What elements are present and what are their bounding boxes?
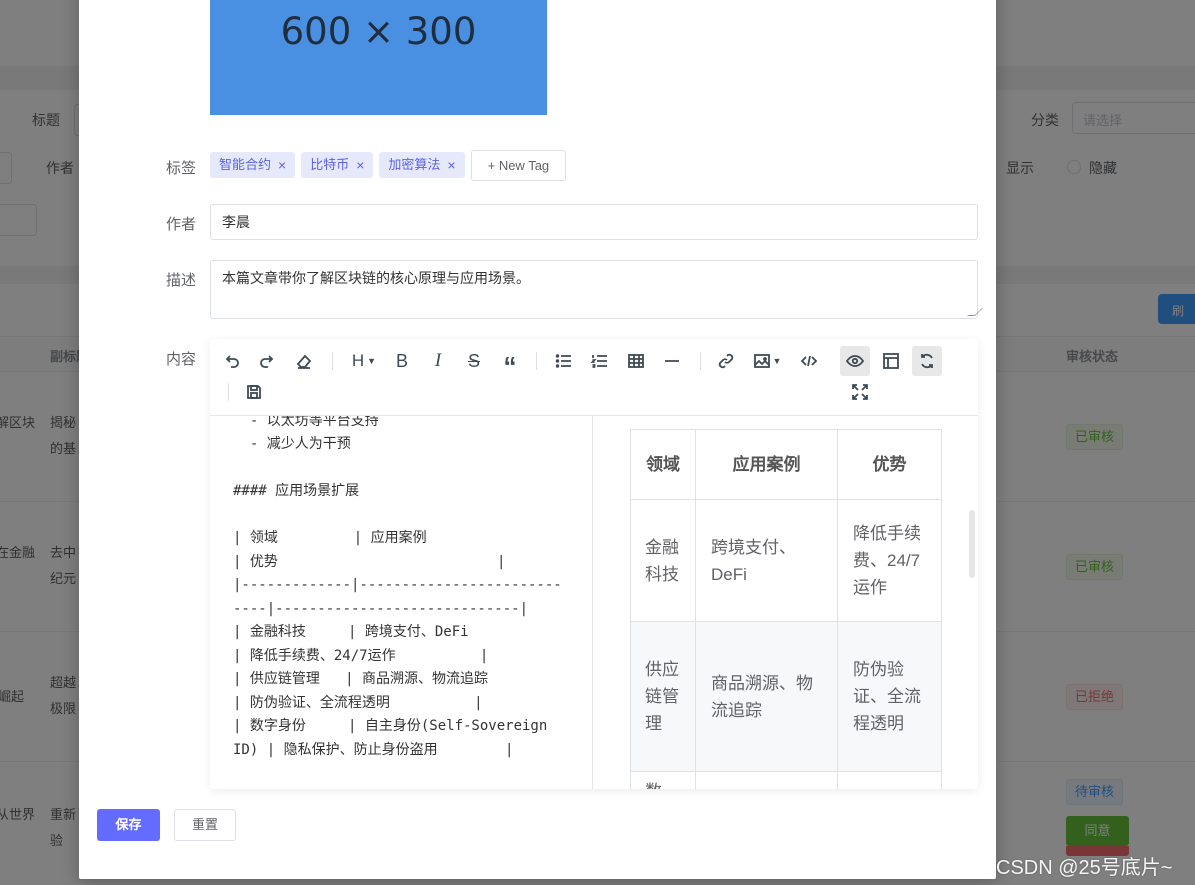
tag-item: 比特币 × (301, 152, 374, 178)
source-line: | 领域 | 应用案例 (233, 530, 427, 546)
table-header-cell: 优势 (837, 429, 942, 500)
table-cell: 防伪验证、全流程透明 (837, 621, 942, 772)
link-icon[interactable] (711, 346, 741, 376)
toolbar-divider (228, 383, 229, 401)
close-icon[interactable]: × (356, 152, 364, 178)
save-button[interactable]: 保存 (97, 809, 160, 841)
source-line: ----|-----------------------------| (233, 601, 529, 617)
sync-scroll-icon[interactable] (912, 346, 942, 376)
table-cell: 商品溯源、物流追踪 (695, 621, 838, 772)
markdown-source-pane[interactable]: - 以太坊等平台支持 - 减少人为干预 #### 应用场景扩展 | 领域 | 应… (210, 416, 593, 789)
cover-image-text: 600 × 300 (280, 10, 477, 53)
editor-toolbar: H ▼ B I S “ ▼ (210, 339, 978, 416)
strikethrough-icon[interactable]: S (459, 346, 489, 376)
table-row: 数 (630, 771, 942, 789)
toolbar-divider (536, 352, 537, 370)
toolbar-divider (700, 352, 701, 370)
resize-handle-icon[interactable] (967, 308, 983, 316)
description-label: 描述 (165, 272, 196, 289)
table-cell: 跨境支付、DeFi (695, 499, 838, 622)
toolbar-divider (332, 352, 333, 370)
image-icon[interactable]: ▼ (747, 346, 787, 376)
source-line: | 数字身份 | 自主身份(Self-Sovereign (233, 718, 548, 734)
close-icon[interactable]: × (447, 152, 455, 178)
source-line: | 优势 | (233, 554, 506, 570)
html-preview-icon[interactable] (876, 346, 906, 376)
source-line: | 防伪验证、全流程透明 | (233, 695, 483, 711)
content-label: 内容 (165, 351, 196, 368)
quote-icon[interactable]: “ (495, 346, 525, 381)
table-cell: 金融科技 (630, 499, 696, 622)
cover-image-placeholder[interactable]: 600 × 300 (210, 0, 547, 115)
close-icon[interactable]: × (278, 152, 286, 178)
table-cell (837, 771, 942, 789)
tag-label: 比特币 (310, 157, 350, 172)
chevron-down-icon: ▼ (772, 356, 782, 366)
description-textarea[interactable]: 本篇文章带你了解区块链的核心原理与应用场景。 (210, 260, 983, 319)
unordered-list-icon[interactable] (549, 346, 579, 376)
fullscreen-icon[interactable] (845, 377, 875, 407)
preview-scrollbar[interactable] (969, 510, 975, 578)
table-row: 金融科技 跨境支付、DeFi 降低手续费、24/7运作 (630, 499, 942, 622)
tags-label: 标签 (165, 160, 196, 177)
table-cell: 供应链管理 (630, 621, 696, 772)
chevron-down-icon: ▼ (367, 356, 377, 366)
undo-icon[interactable] (217, 346, 247, 376)
source-line: | 金融科技 | 跨境支付、DeFi (233, 624, 469, 640)
table-icon[interactable] (621, 346, 651, 376)
bold-icon[interactable]: B (387, 346, 417, 376)
description-text: 本篇文章带你了解区块链的核心原理与应用场景。 (222, 270, 530, 286)
heading-icon[interactable]: H ▼ (346, 346, 382, 376)
code-icon[interactable] (794, 346, 824, 376)
table-header-cell: 领域 (630, 429, 696, 500)
source-line: | 供应链管理 | 商品溯源、物流追踪 (233, 671, 489, 687)
new-tag-button[interactable]: + New Tag (470, 149, 567, 181)
reset-button[interactable]: 重置 (174, 809, 236, 841)
save-icon[interactable] (239, 377, 269, 407)
tag-item: 加密算法 × (379, 152, 465, 178)
redo-icon[interactable] (252, 346, 282, 376)
table-row: 供应链管理 商品溯源、物流追踪 防伪验证、全流程透明 (630, 621, 942, 772)
table-header-row: 领域 应用案例 优势 (630, 429, 942, 500)
source-line: |-------------|------------------------ (233, 577, 562, 593)
source-line: #### 应用场景扩展 (233, 483, 360, 499)
author-input[interactable]: 李晨 (210, 204, 978, 240)
tag-label: 加密算法 (388, 157, 441, 172)
watermark: CSDN @25号底片~ (996, 857, 1173, 879)
tag-label: 智能合约 (219, 157, 272, 172)
author-label: 作者 (165, 216, 196, 233)
source-line: ID) | 隐私保护、防止身份盗用 | (233, 742, 514, 758)
horizontal-rule-icon[interactable] (657, 346, 687, 376)
table-cell (695, 771, 838, 789)
table-header-cell: 应用案例 (695, 429, 838, 500)
eraser-icon[interactable] (289, 346, 319, 376)
source-line: - 以太坊等平台支持 (233, 416, 379, 429)
italic-icon[interactable]: I (423, 346, 453, 376)
markdown-preview-pane: 领域 应用案例 优势 金融科技 跨境支付、DeFi 降低手续费、24/7运作 供… (594, 416, 978, 789)
table-cell: 降低手续费、24/7运作 (837, 499, 942, 622)
markdown-editor: H ▼ B I S “ ▼ - 以太坊等平台支持 - 减少人为干预 #### 应… (210, 339, 978, 789)
edit-article-dialog: 600 × 300 标签 智能合约 × 比特币 × 加密算法 × + New T… (79, 0, 996, 879)
table-cell: 数 (630, 771, 696, 789)
tag-list: 智能合约 × 比特币 × 加密算法 × + New Tag (210, 149, 567, 181)
source-line: | 降低手续费、24/7运作 | (233, 648, 489, 664)
preview-icon[interactable] (840, 346, 870, 376)
heading-glyph: H (351, 351, 365, 370)
preview-table: 领域 应用案例 优势 金融科技 跨境支付、DeFi 降低手续费、24/7运作 供… (630, 429, 942, 789)
ordered-list-icon[interactable] (585, 346, 615, 376)
source-line: - 减少人为干预 (233, 436, 351, 452)
tag-item: 智能合约 × (210, 152, 296, 178)
